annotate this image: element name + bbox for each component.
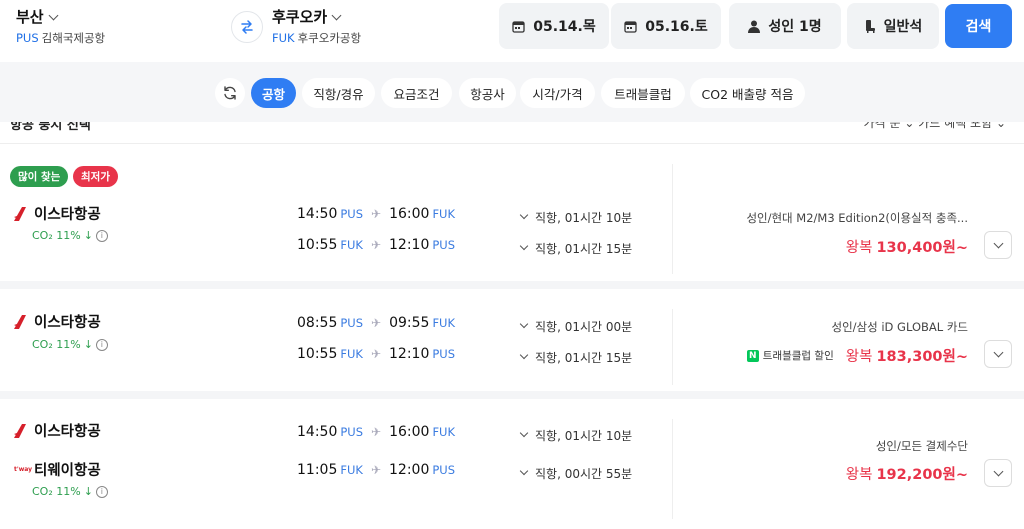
badge-lowest-price: 최저가: [73, 166, 118, 187]
info-icon[interactable]: i: [95, 229, 108, 242]
arrow-down-icon: ↓: [83, 338, 93, 351]
airline-name: 이스타항공: [14, 420, 101, 441]
price: N 트래블클럽 할인 왕복 183,300원~: [746, 345, 968, 366]
destination-airport: FUK 후쿠오카공항: [272, 31, 362, 45]
reset-filters-button[interactable]: [215, 78, 245, 108]
origin-city-selector[interactable]: 부산: [16, 6, 59, 27]
filter-chip-co2[interactable]: CO2 배출량 적음: [690, 78, 805, 108]
divider: [672, 164, 673, 274]
filter-chip-airport[interactable]: 공항: [251, 78, 296, 108]
seat-icon: [865, 19, 875, 33]
destination-city-selector[interactable]: 후쿠오카: [272, 6, 342, 27]
divider: [672, 309, 673, 385]
card-benefit: 성인/삼성 iD GLOBAL 카드: [831, 320, 969, 334]
chevron-down-icon: [519, 428, 529, 437]
calendar-icon: [624, 20, 637, 33]
filter-chip-fare[interactable]: 요금조건: [381, 78, 452, 108]
eastar-logo-icon: [14, 423, 26, 438]
info-icon[interactable]: i: [95, 485, 108, 498]
outbound-segment: 14:50 PUS ✈ 16:00 FUK: [297, 424, 456, 440]
search-header: 부산 PUS 김해국제공항 후쿠오카 FUK 후쿠오카공항 05.14.목 05.1…: [0, 0, 1024, 62]
chevron-down-icon: [519, 241, 529, 250]
chevron-down-icon: [519, 210, 529, 219]
search-button[interactable]: 검색: [945, 4, 1012, 48]
plane-icon: ✈: [370, 347, 381, 361]
filter-chip-travelclub[interactable]: 트래블클럽: [601, 78, 685, 108]
plane-icon: ✈: [371, 316, 382, 330]
eastar-logo-icon: [14, 314, 26, 329]
segment-duration-toggle[interactable]: 직항, 01시간 10분: [519, 427, 632, 444]
segment-duration-toggle[interactable]: 직항, 01시간 10분: [519, 209, 632, 226]
naver-icon: N: [746, 349, 759, 362]
info-icon[interactable]: i: [95, 338, 108, 351]
expand-button[interactable]: [984, 231, 1012, 259]
flight-result-card[interactable]: 이스타항공 CO₂ 11% ↓ i 08:55 PUS ✈ 09:55 FUK 직항, 01…: [0, 289, 1024, 399]
chevron-down-icon: [993, 238, 1003, 248]
filter-bar: 공항 직항/경유 요금조건 항공사 시각/가격 트래블클럽 CO2 배출량 적음: [0, 62, 1024, 122]
co2-indicator: CO₂ 11% ↓ i: [32, 485, 108, 498]
filter-chip-direct[interactable]: 직항/경유: [302, 78, 375, 108]
segment-duration-toggle[interactable]: 직항, 01시간 15분: [519, 349, 632, 366]
plane-icon: ✈: [371, 425, 382, 439]
calendar-icon: [512, 20, 525, 33]
sort-bar: 항공 풍시 선택 가격 순 ⌄ 카드 혜택 포함 ⌄: [0, 122, 1024, 144]
outbound-segment: 14:50 PUS ✈ 16:00 FUK: [297, 206, 456, 222]
eastar-logo-icon: [14, 206, 26, 221]
card-benefit: 성인/현대 M2/M3 Edition2(이용실적 충족...: [746, 211, 968, 225]
refresh-icon: [224, 86, 236, 100]
chevron-down-icon: [519, 350, 529, 359]
seat-class-button[interactable]: 일반석: [847, 3, 939, 49]
expand-button[interactable]: [984, 340, 1012, 368]
segment-duration-toggle[interactable]: 직항, 01시간 15분: [519, 240, 632, 257]
airline-name: 이스타항공: [14, 311, 101, 332]
arrow-down-icon: ↓: [83, 485, 93, 498]
swap-route-button[interactable]: [231, 11, 263, 43]
flight-result-card[interactable]: 많이 찾는 최저가 이스타항공 CO₂ 11% ↓ i 14:50 PUS ✈ 16:00…: [0, 144, 1024, 289]
outbound-segment: 08:55 PUS ✈ 09:55 FUK: [297, 315, 456, 331]
origin-airport: PUS 김해국제공항: [16, 31, 106, 45]
filter-chip-airline[interactable]: 항공사: [459, 78, 516, 108]
person-icon: [748, 20, 761, 33]
return-segment: 10:55 FUK ✈ 12:10 PUS: [297, 346, 456, 362]
price: 왕복 130,400원~: [845, 240, 968, 256]
badge-popular: 많이 찾는: [10, 166, 69, 187]
tway-logo-icon: t'way: [14, 466, 33, 473]
co2-indicator: CO₂ 11% ↓ i: [32, 229, 108, 242]
arrow-down-icon: ↓: [83, 229, 93, 242]
card-benefit: 성인/모든 결제수단: [875, 439, 968, 453]
filter-chip-time-price[interactable]: 시각/가격: [520, 78, 595, 108]
co2-indicator: CO₂ 11% ↓ i: [32, 338, 108, 351]
segment-duration-toggle[interactable]: 직항, 01시간 00분: [519, 318, 632, 335]
chevron-down-icon: [48, 10, 59, 21]
sort-right-label[interactable]: 가격 순 ⌄ 카드 혜택 포함 ⌄: [864, 122, 1006, 131]
flight-result-card[interactable]: 이스타항공 t'way 티웨이항공 CO₂ 11% ↓ i 14:50 PUS ✈ 16:…: [0, 399, 1024, 529]
price: 왕복 192,200원~: [845, 467, 968, 483]
chevron-down-icon: [993, 347, 1003, 357]
airline-name: 이스타항공: [14, 203, 101, 224]
plane-icon: ✈: [370, 463, 381, 477]
divider: [672, 419, 673, 519]
passengers-button[interactable]: 성인 1명: [729, 3, 841, 49]
segment-duration-toggle[interactable]: 직항, 00시간 55분: [519, 465, 632, 482]
chevron-down-icon: [519, 319, 529, 328]
return-date-button[interactable]: 05.16.토: [611, 3, 721, 49]
sort-left-label[interactable]: 항공 풍시 선택: [10, 122, 91, 133]
expand-button[interactable]: [984, 459, 1012, 487]
travelclub-discount: N 트래블클럽 할인: [746, 348, 834, 363]
plane-icon: ✈: [371, 207, 382, 221]
chevron-down-icon: [519, 466, 529, 475]
depart-date-button[interactable]: 05.14.목: [499, 3, 609, 49]
return-segment: 10:55 FUK ✈ 12:10 PUS: [297, 237, 456, 253]
swap-icon: [241, 20, 253, 34]
return-segment: 11:05 FUK ✈ 12:00 PUS: [297, 462, 456, 478]
chevron-down-icon: [331, 10, 342, 21]
chevron-down-icon: [993, 466, 1003, 476]
airline-name: t'way 티웨이항공: [14, 463, 101, 479]
plane-icon: ✈: [370, 238, 381, 252]
